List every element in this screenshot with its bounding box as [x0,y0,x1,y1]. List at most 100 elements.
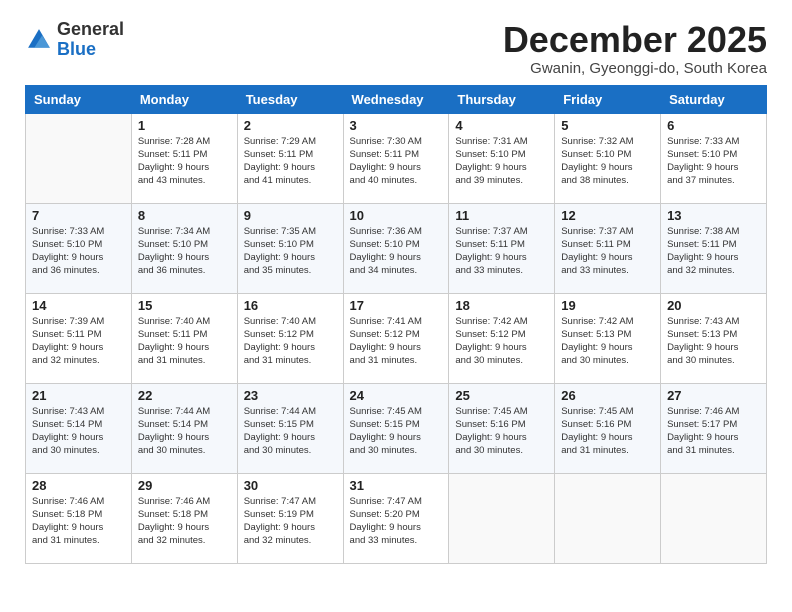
day-info: Sunrise: 7:38 AM Sunset: 5:11 PM Dayligh… [667,225,760,278]
day-info: Sunrise: 7:42 AM Sunset: 5:12 PM Dayligh… [455,315,548,368]
day-info: Sunrise: 7:30 AM Sunset: 5:11 PM Dayligh… [350,135,443,188]
calendar-cell: 16 Sunrise: 7:40 AM Sunset: 5:12 PM Dayli… [237,293,343,383]
day-info: Sunrise: 7:40 AM Sunset: 5:12 PM Dayligh… [244,315,337,368]
weekday-header-tuesday: Tuesday [237,85,343,113]
logo-icon [25,26,53,54]
calendar-cell: 12 Sunrise: 7:37 AM Sunset: 5:11 PM Dayli… [555,203,661,293]
month-title: December 2025 [503,20,767,60]
calendar-cell: 24Sunrise: 7:45 AM Sunset: 5:15 PM Dayli… [343,383,449,473]
day-info: Sunrise: 7:32 AM Sunset: 5:10 PM Dayligh… [561,135,654,188]
weekday-header-row: SundayMondayTuesdayWednesdayThursdayFrid… [26,85,767,113]
week-row-1: 1 Sunrise: 7:28 AM Sunset: 5:11 PM Daylig… [26,113,767,203]
weekday-header-monday: Monday [131,85,237,113]
day-info: Sunrise: 7:37 AM Sunset: 5:11 PM Dayligh… [561,225,654,278]
weekday-header-friday: Friday [555,85,661,113]
calendar-cell: 20 Sunrise: 7:43 AM Sunset: 5:13 PM Dayli… [661,293,767,383]
weekday-header-sunday: Sunday [26,85,132,113]
week-row-3: 14Sunrise: 7:39 AM Sunset: 5:11 PM Dayli… [26,293,767,383]
day-number: 8 [138,208,231,223]
calendar-cell: 29 Sunrise: 7:46 AM Sunset: 5:18 PM Dayli… [131,473,237,563]
weekday-header-thursday: Thursday [449,85,555,113]
day-number: 13 [667,208,760,223]
calendar-cell: 21 Sunrise: 7:43 AM Sunset: 5:14 PM Dayli… [26,383,132,473]
calendar-cell: 14Sunrise: 7:39 AM Sunset: 5:11 PM Dayli… [26,293,132,383]
calendar-cell: 19Sunrise: 7:42 AM Sunset: 5:13 PM Dayli… [555,293,661,383]
day-info: Sunrise: 7:29 AM Sunset: 5:11 PM Dayligh… [244,135,337,188]
calendar-cell [449,473,555,563]
day-number: 16 [244,298,337,313]
day-number: 2 [244,118,337,133]
day-number: 21 [32,388,125,403]
day-info: Sunrise: 7:34 AM Sunset: 5:10 PM Dayligh… [138,225,231,278]
day-info: Sunrise: 7:46 AM Sunset: 5:17 PM Dayligh… [667,405,760,458]
day-info: Sunrise: 7:44 AM Sunset: 5:15 PM Dayligh… [244,405,337,458]
day-number: 17 [350,298,443,313]
week-row-4: 21 Sunrise: 7:43 AM Sunset: 5:14 PM Dayli… [26,383,767,473]
calendar-cell: 30Sunrise: 7:47 AM Sunset: 5:19 PM Dayli… [237,473,343,563]
calendar-cell: 26 Sunrise: 7:45 AM Sunset: 5:16 PM Dayli… [555,383,661,473]
weekday-header-wednesday: Wednesday [343,85,449,113]
day-info: Sunrise: 7:45 AM Sunset: 5:16 PM Dayligh… [561,405,654,458]
weekday-header-saturday: Saturday [661,85,767,113]
day-number: 26 [561,388,654,403]
calendar-cell: 13 Sunrise: 7:38 AM Sunset: 5:11 PM Dayli… [661,203,767,293]
day-info: Sunrise: 7:33 AM Sunset: 5:10 PM Dayligh… [667,135,760,188]
day-number: 7 [32,208,125,223]
logo-text: General Blue [57,20,124,60]
calendar-cell: 9 Sunrise: 7:35 AM Sunset: 5:10 PM Daylig… [237,203,343,293]
day-number: 25 [455,388,548,403]
calendar-cell [26,113,132,203]
day-info: Sunrise: 7:37 AM Sunset: 5:11 PM Dayligh… [455,225,548,278]
calendar-cell: 3Sunrise: 7:30 AM Sunset: 5:11 PM Daylig… [343,113,449,203]
day-info: Sunrise: 7:44 AM Sunset: 5:14 PM Dayligh… [138,405,231,458]
day-info: Sunrise: 7:43 AM Sunset: 5:13 PM Dayligh… [667,315,760,368]
day-number: 10 [350,208,443,223]
day-number: 19 [561,298,654,313]
day-info: Sunrise: 7:47 AM Sunset: 5:20 PM Dayligh… [350,495,443,548]
day-number: 18 [455,298,548,313]
day-info: Sunrise: 7:41 AM Sunset: 5:12 PM Dayligh… [350,315,443,368]
day-number: 28 [32,478,125,493]
day-number: 9 [244,208,337,223]
day-number: 4 [455,118,548,133]
day-number: 29 [138,478,231,493]
day-number: 30 [244,478,337,493]
title-block: December 2025 Gwanin, Gyeonggi-do, South… [503,20,767,77]
calendar-table: SundayMondayTuesdayWednesdayThursdayFrid… [25,85,767,564]
day-info: Sunrise: 7:31 AM Sunset: 5:10 PM Dayligh… [455,135,548,188]
calendar-cell: 28Sunrise: 7:46 AM Sunset: 5:18 PM Dayli… [26,473,132,563]
day-info: Sunrise: 7:40 AM Sunset: 5:11 PM Dayligh… [138,315,231,368]
calendar-cell: 17 Sunrise: 7:41 AM Sunset: 5:12 PM Dayli… [343,293,449,383]
day-number: 15 [138,298,231,313]
day-number: 20 [667,298,760,313]
logo: General Blue [25,20,124,60]
day-number: 11 [455,208,548,223]
day-number: 23 [244,388,337,403]
day-number: 27 [667,388,760,403]
calendar-cell: 18 Sunrise: 7:42 AM Sunset: 5:12 PM Dayli… [449,293,555,383]
day-number: 12 [561,208,654,223]
calendar-cell: 10 Sunrise: 7:36 AM Sunset: 5:10 PM Dayli… [343,203,449,293]
calendar-cell: 4 Sunrise: 7:31 AM Sunset: 5:10 PM Daylig… [449,113,555,203]
day-info: Sunrise: 7:43 AM Sunset: 5:14 PM Dayligh… [32,405,125,458]
day-info: Sunrise: 7:28 AM Sunset: 5:11 PM Dayligh… [138,135,231,188]
day-info: Sunrise: 7:39 AM Sunset: 5:11 PM Dayligh… [32,315,125,368]
calendar-cell: 15 Sunrise: 7:40 AM Sunset: 5:11 PM Dayli… [131,293,237,383]
header: General Blue December 2025 Gwanin, Gyeon… [25,20,767,77]
day-number: 22 [138,388,231,403]
day-info: Sunrise: 7:36 AM Sunset: 5:10 PM Dayligh… [350,225,443,278]
day-number: 1 [138,118,231,133]
day-number: 31 [350,478,443,493]
calendar-cell: 31 Sunrise: 7:47 AM Sunset: 5:20 PM Dayli… [343,473,449,563]
day-info: Sunrise: 7:35 AM Sunset: 5:10 PM Dayligh… [244,225,337,278]
calendar-cell: 23 Sunrise: 7:44 AM Sunset: 5:15 PM Dayli… [237,383,343,473]
page-container: General Blue December 2025 Gwanin, Gyeon… [25,20,767,564]
calendar-cell: 11 Sunrise: 7:37 AM Sunset: 5:11 PM Dayli… [449,203,555,293]
calendar-cell: 7Sunrise: 7:33 AM Sunset: 5:10 PM Daylig… [26,203,132,293]
day-number: 24 [350,388,443,403]
calendar-cell: 1 Sunrise: 7:28 AM Sunset: 5:11 PM Daylig… [131,113,237,203]
calendar-cell: 8 Sunrise: 7:34 AM Sunset: 5:10 PM Daylig… [131,203,237,293]
calendar-cell: 27 Sunrise: 7:46 AM Sunset: 5:17 PM Dayli… [661,383,767,473]
day-info: Sunrise: 7:46 AM Sunset: 5:18 PM Dayligh… [138,495,231,548]
calendar-cell: 5Sunrise: 7:32 AM Sunset: 5:10 PM Daylig… [555,113,661,203]
